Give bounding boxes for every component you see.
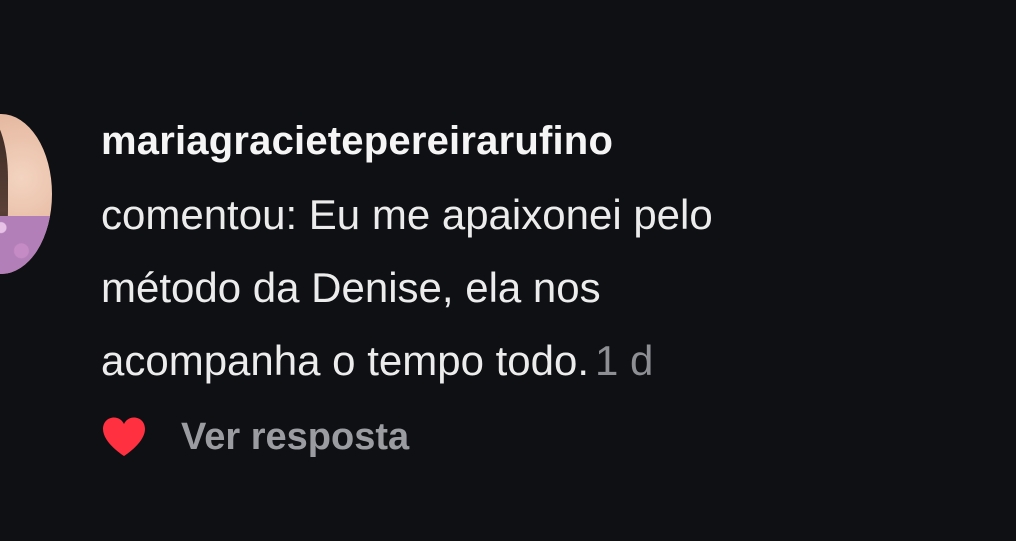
comment: mariagracietepereirarufino comentou: Eu … (101, 118, 1001, 397)
comment-line-2: método da Denise, ela nos (101, 264, 601, 311)
comment-line-3-text: acompanha o tempo todo. (101, 337, 590, 384)
username[interactable]: mariagracietepereirarufino (101, 118, 1001, 164)
heart-icon[interactable] (101, 416, 147, 458)
comment-actions: Ver resposta (101, 414, 409, 460)
heart-icon-shape (103, 417, 145, 456)
timestamp: 1 d (595, 337, 654, 384)
comment-line-3: acompanha o tempo todo. 1 d (101, 324, 1001, 397)
avatar[interactable] (0, 114, 52, 274)
view-reply-button[interactable]: Ver resposta (181, 416, 409, 459)
comment-line-1: comentou: Eu me apaixonei pelo (101, 191, 713, 238)
comment-text: comentou: Eu me apaixonei pelo método da… (101, 178, 1001, 397)
avatar-clothing (0, 216, 52, 274)
